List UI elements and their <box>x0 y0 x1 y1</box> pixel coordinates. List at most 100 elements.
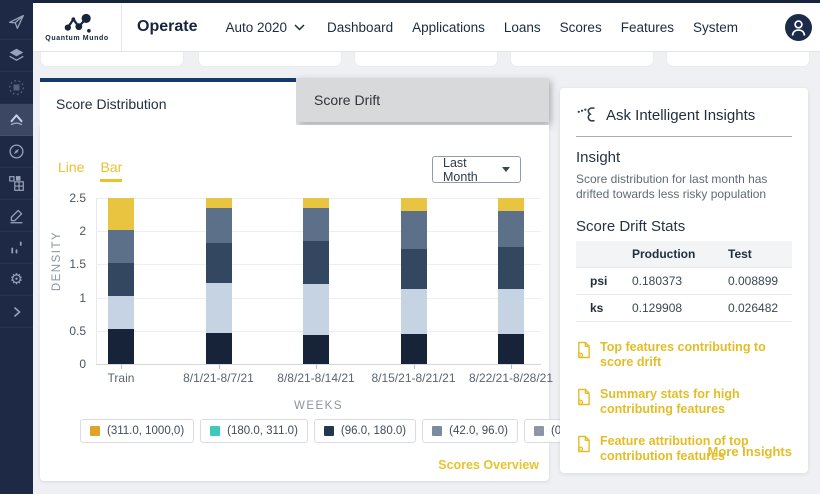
layers-icon[interactable] <box>0 40 33 72</box>
nav-item-dashboard[interactable]: Dashboard <box>327 20 393 35</box>
bar-segment[interactable] <box>498 289 524 334</box>
insight-link-text: Top features contributing to score drift <box>600 340 792 370</box>
bar-segment[interactable] <box>498 247 524 289</box>
legend-label: (180.0, 311.0) <box>227 425 298 437</box>
legend-item[interactable]: (42.0, 96.0) <box>422 419 518 443</box>
nav-links: Dashboard Applications Loans Scores Features… <box>327 20 738 35</box>
bar-segment[interactable] <box>303 284 329 334</box>
y-tick-label: 2.5 <box>40 191 86 205</box>
bar-segment[interactable] <box>303 335 329 364</box>
gridline <box>96 364 541 365</box>
bar-segment[interactable] <box>401 198 427 211</box>
intelligent-insights-card: Ask Intelligent Insights Insight Score d… <box>560 88 808 473</box>
bar-segment[interactable] <box>401 289 427 334</box>
time-range-select[interactable]: Last Month <box>432 156 521 183</box>
nav-item-applications[interactable]: Applications <box>412 20 485 35</box>
legend-label: (42.0, 96.0) <box>449 425 508 437</box>
bar-segment[interactable] <box>498 211 524 248</box>
divider <box>576 136 792 137</box>
legend-label: (311.0, 1000,0) <box>107 425 184 437</box>
bar-segment[interactable] <box>303 241 329 284</box>
chart-type-toggle: Line Bar <box>58 159 122 182</box>
bar-Train[interactable] <box>108 198 134 364</box>
bar-segment[interactable] <box>401 211 427 250</box>
edit-icon[interactable] <box>0 200 33 232</box>
bar-segment[interactable] <box>108 198 134 230</box>
production-value: 0.129908 <box>626 295 722 322</box>
project-selector-dropdown[interactable]: Auto 2020 <box>225 20 305 35</box>
bar-segment[interactable] <box>498 198 524 211</box>
stacked-bar-plot <box>96 198 541 364</box>
legend-swatch <box>534 426 544 436</box>
bar-8/15/21-8/21/21[interactable] <box>401 198 427 364</box>
metrics-icon[interactable] <box>0 232 33 264</box>
bar-segment[interactable] <box>206 283 232 333</box>
bar-segment[interactable] <box>108 263 134 296</box>
project-selector-value: Auto 2020 <box>225 20 287 35</box>
more-insights-link[interactable]: More Insights <box>707 444 792 459</box>
test-value: 0.008899 <box>722 268 792 295</box>
bar-segment[interactable] <box>206 198 232 208</box>
test-value: 0.026482 <box>722 295 792 322</box>
scores-overview-link[interactable]: Scores Overview <box>438 458 539 472</box>
brand-name: Quantum Mundo <box>45 35 108 42</box>
legend-item[interactable]: (96.0, 180.0) <box>314 419 416 443</box>
nav-item-scores[interactable]: Scores <box>560 20 602 35</box>
score-drift-stats-table: Production Test psi0.1803730.008899ks0.1… <box>576 241 792 322</box>
legend-swatch <box>432 426 442 436</box>
nav-item-system[interactable]: System <box>693 20 738 35</box>
compass-icon[interactable] <box>0 136 33 168</box>
col-metric <box>576 241 626 268</box>
document-gear-icon <box>576 435 591 453</box>
user-avatar[interactable] <box>785 14 812 41</box>
insight-heading: Insight <box>576 149 792 166</box>
modules-icon[interactable] <box>0 168 33 200</box>
bar-segment[interactable] <box>303 198 329 208</box>
insight-link[interactable]: Summary stats for high contributing feat… <box>576 387 792 417</box>
bar-segment[interactable] <box>401 334 427 364</box>
bar-8/8/21-8/14/21[interactable] <box>303 198 329 364</box>
col-test: Test <box>722 241 792 268</box>
bar-segment[interactable] <box>498 334 524 364</box>
bar-toggle-button[interactable]: Bar <box>100 159 122 182</box>
bar-8/1/21-8/7/21[interactable] <box>206 198 232 364</box>
chart-legend: (311.0, 1000,0) (180.0, 311.0) (96.0, 180.… <box>80 419 543 443</box>
peak-icon[interactable] <box>0 104 33 136</box>
line-toggle-button[interactable]: Line <box>58 159 84 182</box>
bar-segment[interactable] <box>206 333 232 364</box>
collapse-icon[interactable] <box>0 296 33 328</box>
document-gear-icon <box>576 388 591 406</box>
insight-link[interactable]: Top features contributing to score drift <box>576 340 792 370</box>
x-tick-label: 8/22/21-8/28/21 <box>451 371 571 385</box>
bar-segment[interactable] <box>108 329 134 364</box>
legend-item[interactable]: (180.0, 311.0) <box>200 419 308 443</box>
bar-segment[interactable] <box>401 249 427 289</box>
user-icon <box>785 14 812 41</box>
loader-icon[interactable] <box>0 72 33 104</box>
document-gear-icon <box>576 341 591 359</box>
bar-8/22/21-8/28/21[interactable] <box>498 198 524 364</box>
bar-segment[interactable] <box>303 208 329 241</box>
product-title: Operate <box>137 18 197 36</box>
tab-label: Score Drift <box>314 92 380 108</box>
tab-score-drift[interactable]: Score Drift <box>296 78 549 122</box>
legend-item[interactable]: (311.0, 1000,0) <box>80 419 194 443</box>
col-production: Production <box>626 241 722 268</box>
stats-row: psi0.1803730.008899 <box>576 268 792 295</box>
send-icon[interactable] <box>0 4 33 40</box>
x-tick <box>121 364 122 369</box>
y-tick-label: 2 <box>40 224 86 238</box>
bar-segment[interactable] <box>108 296 134 330</box>
legend-swatch <box>90 426 100 436</box>
metric-name: psi <box>576 268 626 295</box>
bar-segment[interactable] <box>108 230 134 263</box>
bar-segment[interactable] <box>206 208 232 243</box>
nav-item-features[interactable]: Features <box>621 20 674 35</box>
x-axis-title: WEEKS <box>96 400 541 412</box>
brand-logo[interactable]: Quantum Mundo <box>33 3 122 51</box>
bar-segment[interactable] <box>206 243 232 283</box>
metric-name: ks <box>576 295 626 322</box>
settings-icon[interactable]: ⚙ <box>0 264 33 296</box>
tab-score-distribution[interactable]: Score Distribution <box>40 78 296 125</box>
nav-item-loans[interactable]: Loans <box>504 20 541 35</box>
